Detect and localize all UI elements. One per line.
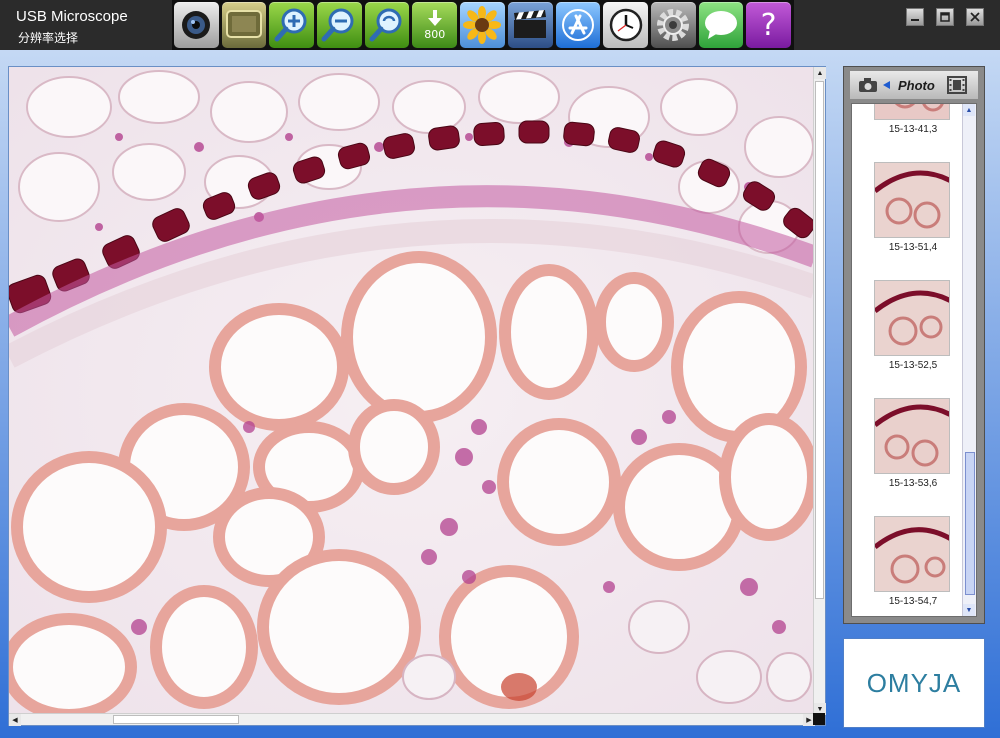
restore-button[interactable] <box>936 8 954 26</box>
app-store-button[interactable] <box>555 2 601 48</box>
scroll-corner <box>813 713 825 725</box>
zoom-fit-icon <box>369 8 402 42</box>
zoom-in-icon <box>274 8 307 42</box>
photo-thumbnail[interactable]: 15-13-51,4 <box>874 162 952 253</box>
thumbnail-image <box>874 280 950 356</box>
brand-logo: OMYJA <box>866 667 962 698</box>
app-title: USB Microscope <box>16 8 128 25</box>
clock-icon <box>609 8 642 42</box>
specimen-image <box>9 67 815 715</box>
photo-panel-header: Photo <box>850 71 978 99</box>
resolution-select-menu[interactable]: 分辨率选择 <box>18 29 78 46</box>
zoom-fit-button[interactable] <box>364 2 410 48</box>
message-icon <box>704 11 737 39</box>
camera-tab-icon[interactable] <box>858 77 878 93</box>
photo-thumbnail[interactable]: 15-13-53,6 <box>874 398 952 489</box>
viewer-horizontal-scrollbar[interactable]: ◀ ▶ <box>9 713 815 726</box>
brand-panel: OMYJA <box>843 638 985 728</box>
settings-gear-icon <box>657 9 690 41</box>
record-video-button[interactable] <box>507 2 553 48</box>
microscope-viewer[interactable]: ▲ ▼ ◀ ▶ <box>8 66 826 726</box>
viewer-vertical-scrollbar[interactable]: ▲ ▼ <box>813 67 826 715</box>
minimize-button[interactable] <box>906 8 924 26</box>
gallery-button[interactable] <box>460 2 505 48</box>
thumbnail-label: 15-13-51,4 <box>888 242 938 253</box>
display-button[interactable] <box>221 2 267 48</box>
list-scroll-down-icon[interactable]: ▼ <box>963 604 975 616</box>
zoom-out-button[interactable] <box>317 2 362 48</box>
photo-list-scrollbar[interactable]: ▲ ▼ <box>962 104 976 616</box>
photo-tab-label[interactable]: Photo <box>898 78 935 93</box>
close-button[interactable] <box>966 8 984 26</box>
photo-thumbnail[interactable]: 15-13-54,7 <box>874 516 952 607</box>
settings-button[interactable] <box>650 2 696 48</box>
thumbnail-image <box>874 398 950 474</box>
photo-thumbnail-list[interactable]: 15-13-41,3 15-13-51,4 15-13-52,5 15-13-5… <box>851 103 977 617</box>
zoom-out-icon <box>321 8 354 42</box>
minimize-icon <box>911 19 919 21</box>
message-button[interactable] <box>698 2 744 48</box>
thumbnail-image <box>874 516 950 592</box>
video-icon <box>514 10 547 38</box>
thumbnail-image <box>874 162 950 238</box>
download-icon <box>427 10 442 26</box>
close-icon <box>970 12 980 22</box>
help-icon: ? <box>760 7 777 43</box>
photo-thumbnail[interactable]: 15-13-52,5 <box>874 280 952 371</box>
help-button[interactable]: ? <box>746 2 791 48</box>
thumbnail-label: 15-13-41,3 <box>888 124 938 135</box>
zoom-in-button[interactable] <box>269 2 315 48</box>
thumbnail-label: 15-13-53,6 <box>888 478 938 489</box>
toolbar: 800 ? <box>172 0 794 50</box>
display-icon <box>226 10 263 38</box>
title-bar: USB Microscope 分辨率选择 800 ? <box>0 0 1000 50</box>
scroll-up-arrow-icon[interactable]: ▲ <box>814 67 826 79</box>
camera-icon <box>182 11 211 39</box>
photo-panel: Photo 15-13-41,3 15-13-51,4 15-13-52,5 1… <box>843 66 985 624</box>
horizontal-scroll-thumb[interactable] <box>113 715 239 724</box>
resolution-label: 800 <box>424 28 446 41</box>
film-tab-icon[interactable] <box>946 76 967 94</box>
thumbnail-image <box>874 104 950 120</box>
resolution-download-button[interactable]: 800 <box>412 2 458 48</box>
timer-button[interactable] <box>603 2 648 48</box>
thumbnail-label: 15-13-52,5 <box>888 360 938 371</box>
restore-icon <box>940 12 950 22</box>
list-scroll-up-icon[interactable]: ▲ <box>963 104 975 116</box>
scroll-left-arrow-icon[interactable]: ◀ <box>9 714 21 726</box>
capture-photo-button[interactable] <box>174 2 219 48</box>
thumbnail-label: 15-13-54,7 <box>888 596 938 607</box>
vertical-scroll-thumb[interactable] <box>815 81 824 599</box>
app-store-icon <box>561 9 594 41</box>
triangle-left-icon <box>883 81 890 89</box>
photo-list-scroll-thumb[interactable] <box>965 452 975 595</box>
photo-thumbnail[interactable]: 15-13-41,3 <box>874 104 952 135</box>
sunflower-icon <box>463 6 502 44</box>
